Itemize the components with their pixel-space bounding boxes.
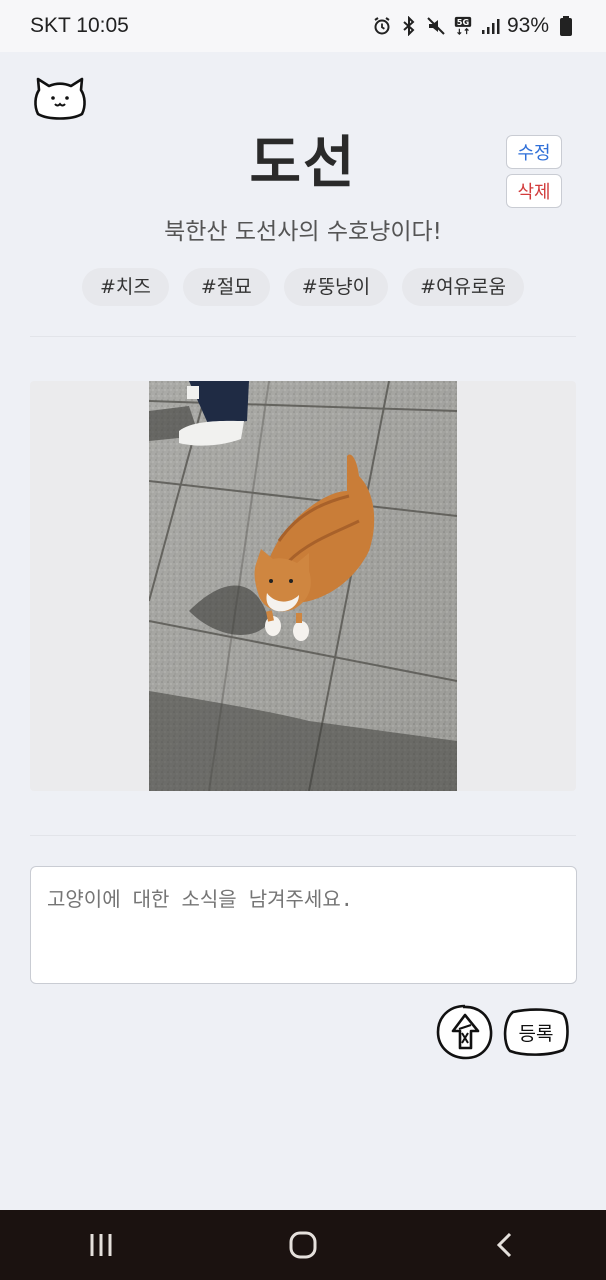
battery-icon: [556, 16, 576, 36]
comment-input[interactable]: [30, 866, 577, 984]
recent-apps-button[interactable]: [71, 1215, 131, 1275]
register-button[interactable]: 등록: [501, 1006, 571, 1058]
status-time: SKT 10:05: [30, 14, 129, 37]
status-bar: SKT 10:05 5G 93%: [0, 0, 606, 52]
recent-apps-icon: [90, 1234, 112, 1256]
subtitle: 북한산 도선사의 수호냥이다!: [164, 219, 442, 245]
5g-icon: 5G: [453, 16, 473, 36]
tag-chip[interactable]: #여유로움: [402, 268, 524, 306]
hand-drawn-upload-icon: [436, 1004, 493, 1060]
battery-percent: 93%: [506, 14, 549, 37]
edit-button[interactable]: 수정: [506, 135, 562, 169]
divider: [30, 336, 576, 337]
signal-icon: [480, 16, 500, 36]
tag-chip[interactable]: #치즈: [82, 268, 169, 306]
bluetooth-icon: [399, 16, 419, 36]
register-label: 등록: [518, 1022, 554, 1045]
delete-button[interactable]: 삭제: [506, 174, 562, 208]
cat-logo-icon[interactable]: [32, 76, 88, 120]
tag-chip[interactable]: #절묘: [182, 268, 270, 306]
divider: [30, 835, 576, 836]
tag-list: #치즈 #절묘 #뚱냥이 #여유로움: [0, 268, 606, 306]
mute-icon: [426, 16, 446, 36]
home-button[interactable]: [273, 1215, 333, 1275]
back-icon: [496, 1232, 512, 1258]
status-icons: 5G 93%: [372, 14, 576, 38]
home-icon: [289, 1231, 317, 1259]
tag-chip[interactable]: #뚱냥이: [283, 268, 389, 306]
photo-frame: [30, 381, 576, 791]
svg-text:5G: 5G: [457, 17, 470, 27]
back-button[interactable]: [475, 1215, 535, 1275]
alarm-icon: [372, 16, 392, 36]
system-nav-bar: [0, 1210, 606, 1280]
cat-photo: [149, 381, 457, 791]
upload-button[interactable]: [435, 1003, 495, 1061]
